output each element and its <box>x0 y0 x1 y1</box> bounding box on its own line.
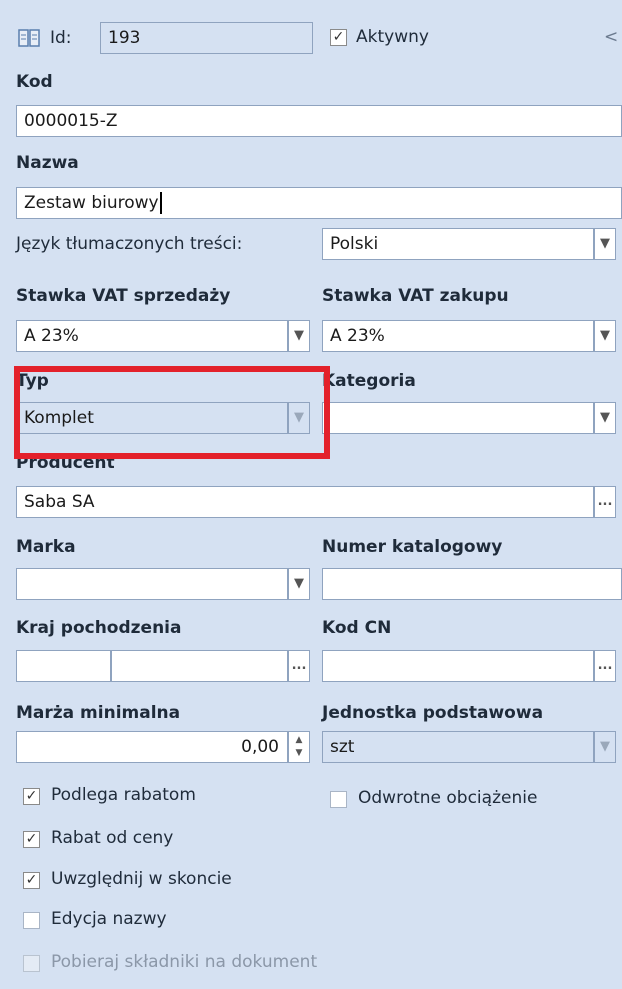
book-icon <box>18 28 40 48</box>
kraj-code-input[interactable] <box>16 650 111 682</box>
text-cursor <box>159 192 162 214</box>
active-checkbox[interactable]: ✓ <box>330 29 347 46</box>
uwzglednij-w-skoncie-label: Uwzględnij w skoncie <box>51 869 232 889</box>
pobieraj-skladniki-label: Pobieraj składniki na dokument <box>51 952 318 972</box>
typ-highlight-frame <box>14 366 330 459</box>
vat-sprzedazy-label: Stawka VAT sprzedaży <box>16 286 231 306</box>
nazwa-label: Nazwa <box>16 153 79 173</box>
jednostka-select: szt <box>322 731 594 763</box>
podlega-rabatom-label: Podlega rabatom <box>51 785 196 805</box>
id-label: Id: <box>50 28 72 48</box>
kategoria-select[interactable] <box>322 402 594 434</box>
numer-katalogowy-label: Numer katalogowy <box>322 537 503 557</box>
marza-spinner[interactable]: ▲ ▼ <box>288 731 310 763</box>
kategoria-dropdown-icon[interactable]: ▼ <box>594 402 616 434</box>
uwzglednij-w-skoncie-checkbox[interactable]: ✓ <box>23 872 40 889</box>
vat-zakupu-select[interactable]: A 23% <box>322 320 594 352</box>
producent-input[interactable]: Saba SA <box>16 486 594 518</box>
vat-sprzedazy-select[interactable]: A 23% <box>16 320 288 352</box>
jednostka-podstawowa-label: Jednostka podstawowa <box>322 703 544 723</box>
edycja-nazwy-checkbox[interactable] <box>23 912 40 929</box>
jednostka-dropdown-icon: ▼ <box>594 731 616 763</box>
rabat-od-ceny-label: Rabat od ceny <box>51 828 174 848</box>
podlega-rabatom-checkbox[interactable]: ✓ <box>23 788 40 805</box>
marza-minimalna-label: Marża minimalna <box>16 703 181 723</box>
odwrotne-obciazenie-label: Odwrotne obciążenie <box>358 788 538 808</box>
kod-label: Kod <box>16 72 53 92</box>
kod-cn-ellipsis-button[interactable]: ... <box>594 650 616 682</box>
marka-select[interactable] <box>16 568 288 600</box>
marza-minimalna-input[interactable]: 0,00 <box>16 731 288 763</box>
producent-ellipsis-button[interactable]: ... <box>594 486 616 518</box>
spin-up-icon[interactable]: ▲ <box>289 734 309 747</box>
kod-cn-input[interactable] <box>322 650 594 682</box>
edycja-nazwy-label: Edycja nazwy <box>51 909 167 929</box>
marka-label: Marka <box>16 537 76 557</box>
vat-zakupu-dropdown-icon[interactable]: ▼ <box>594 320 616 352</box>
active-label: Aktywny <box>356 27 429 47</box>
nazwa-input[interactable]: Zestaw biurowy <box>16 187 622 219</box>
collapse-icon[interactable]: < <box>604 27 618 47</box>
kategoria-label: Kategoria <box>322 371 416 391</box>
vat-sprzedazy-dropdown-icon[interactable]: ▼ <box>288 320 310 352</box>
odwrotne-obciazenie-checkbox[interactable] <box>330 791 347 808</box>
kod-input[interactable]: 0000015-Z <box>16 105 622 137</box>
nazwa-value: Zestaw biurowy <box>24 193 159 213</box>
spin-down-icon[interactable]: ▼ <box>289 747 309 760</box>
vat-zakupu-label: Stawka VAT zakupu <box>322 286 509 306</box>
rabat-od-ceny-checkbox[interactable]: ✓ <box>23 831 40 848</box>
kraj-pochodzenia-label: Kraj pochodzenia <box>16 618 182 638</box>
kraj-ellipsis-button[interactable]: ... <box>288 650 310 682</box>
jezyk-select[interactable]: Polski <box>322 228 594 260</box>
pobieraj-skladniki-checkbox <box>23 955 40 972</box>
id-field: 193 <box>100 22 313 54</box>
kod-cn-label: Kod CN <box>322 618 392 638</box>
marka-dropdown-icon[interactable]: ▼ <box>288 568 310 600</box>
jezyk-dropdown-icon[interactable]: ▼ <box>594 228 616 260</box>
jezyk-label: Język tłumaczonych treści: <box>16 234 243 254</box>
numer-katalogowy-input[interactable] <box>322 568 622 600</box>
kraj-name-input[interactable] <box>111 650 288 682</box>
